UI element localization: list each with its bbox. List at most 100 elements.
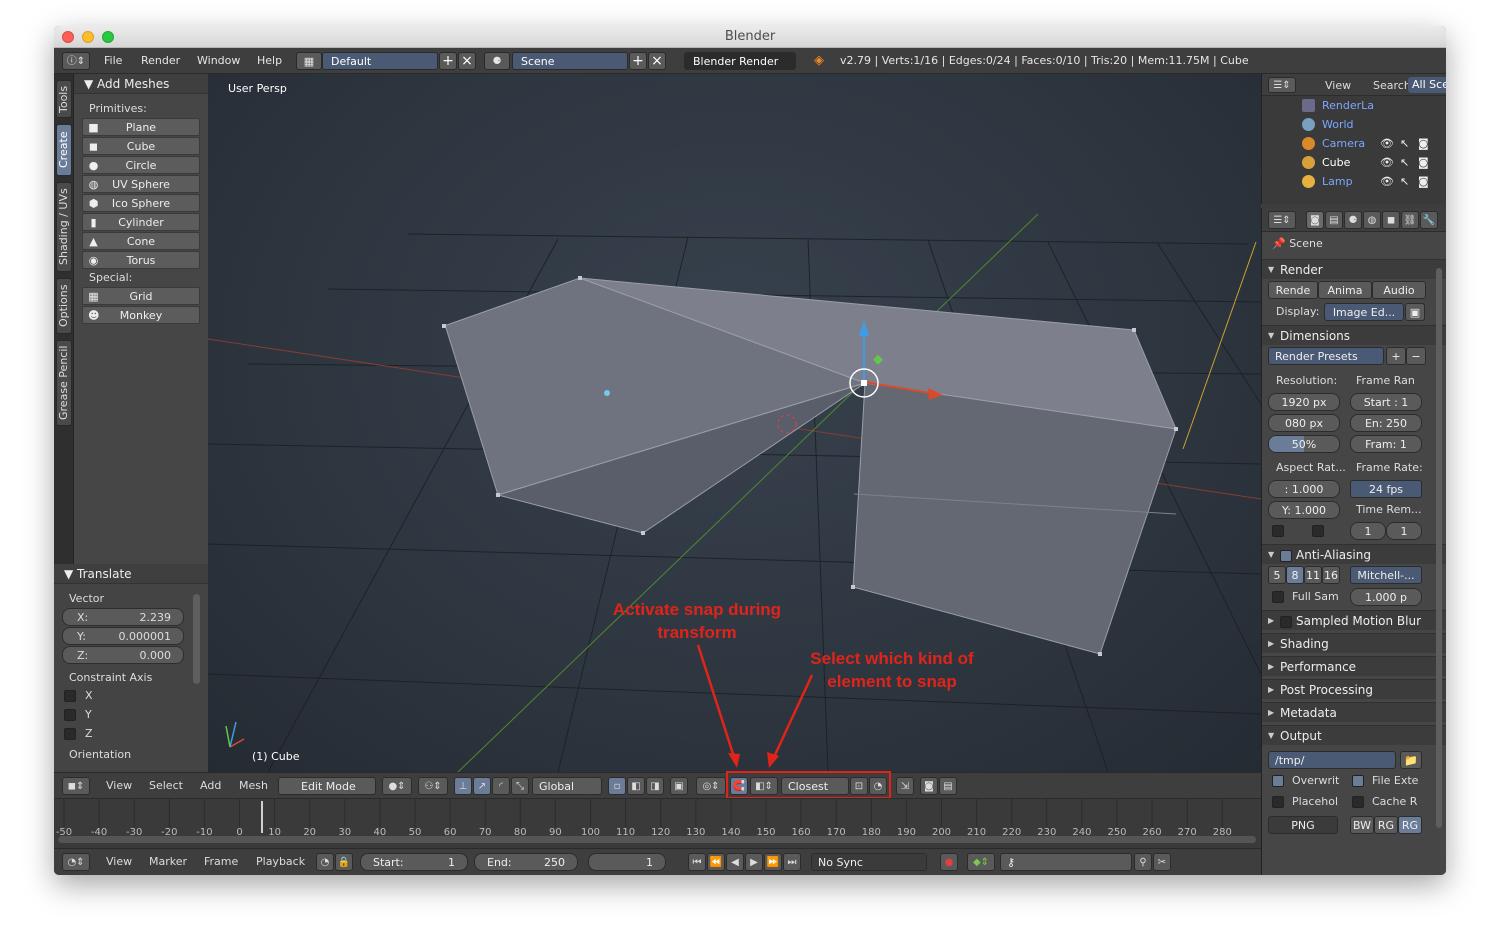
aa-samples-5[interactable]: 5 xyxy=(1268,566,1286,584)
menu-render[interactable]: Render xyxy=(141,52,180,70)
add-cube-button[interactable]: ◼ Cube xyxy=(82,137,200,155)
color-mode-rgb[interactable]: RG xyxy=(1374,816,1398,834)
insert-keyframe-icon[interactable]: ⚲ xyxy=(1134,853,1152,871)
world-context-icon[interactable]: ◍ xyxy=(1363,211,1381,229)
add-scene-button[interactable]: + xyxy=(629,52,647,70)
close-window-button[interactable] xyxy=(62,31,74,43)
visibility-eye-icon[interactable]: 👁 xyxy=(1380,134,1394,153)
constraint-x-checkbox[interactable]: X xyxy=(54,686,208,705)
jump-keyframe-back-icon[interactable]: ⏪ xyxy=(707,853,725,871)
menu-mesh[interactable]: Mesh xyxy=(239,777,268,795)
select-cursor-icon[interactable]: ↖ xyxy=(1400,134,1409,153)
lock-time-icon[interactable]: 🔒 xyxy=(335,853,353,871)
aa-filter-selector[interactable]: Mitchell-... xyxy=(1350,566,1422,584)
render-presets-selector[interactable]: Render Presets xyxy=(1268,347,1384,365)
active-keying-set-field[interactable]: ⚷ xyxy=(1000,853,1132,871)
rotate-manipulator-icon[interactable]: ◜ xyxy=(492,777,510,795)
outliner-item-renderlayers[interactable]: RenderLa xyxy=(1262,96,1446,115)
timeline-menu-playback[interactable]: Playback xyxy=(256,853,305,871)
output-path-field[interactable]: /tmp/ xyxy=(1268,751,1396,769)
timeline-menu-marker[interactable]: Marker xyxy=(149,853,187,871)
browse-folder-button[interactable]: 📁 xyxy=(1400,751,1422,769)
render-engine-selector[interactable]: Blender Render xyxy=(684,52,796,70)
render-camera-icon[interactable]: ◙ xyxy=(1418,172,1429,191)
resolution-x-field[interactable]: 1920 px xyxy=(1268,393,1340,411)
add-monkey-button[interactable]: ☻ Monkey xyxy=(82,306,200,324)
translate-manipulator-icon[interactable]: ↗ xyxy=(473,777,491,795)
add-circle-button[interactable]: ● Circle xyxy=(82,156,200,174)
display-selector[interactable]: Image Ed... xyxy=(1324,303,1404,321)
add-layout-button[interactable]: + xyxy=(439,52,457,70)
timeline-area[interactable]: -50 -40 -30 -20 -10 0 10 20 30 40 50 60 70 80 90 100 110… xyxy=(54,798,1261,848)
jump-start-icon[interactable]: ⏮ xyxy=(688,853,706,871)
visibility-eye-icon[interactable]: 👁 xyxy=(1380,172,1394,191)
placeholders-checkbox[interactable] xyxy=(1272,796,1284,808)
frame-start-field[interactable]: Start : 1 xyxy=(1350,393,1422,411)
occlude-geometry-icon[interactable]: ▣ xyxy=(670,777,688,795)
add-plane-button[interactable]: ■ Plane xyxy=(82,118,200,136)
tab-tools[interactable]: Tools xyxy=(56,80,72,118)
pin-icon[interactable]: 📌 xyxy=(1272,237,1286,250)
menu-add[interactable]: Add xyxy=(200,777,221,795)
remove-preset-button[interactable]: − xyxy=(1406,347,1426,365)
vertex-select-icon[interactable]: ▫ xyxy=(608,777,626,795)
sync-mode-selector[interactable]: No Sync xyxy=(811,853,927,871)
modifiers-context-icon[interactable]: 🔧 xyxy=(1420,211,1438,229)
color-mode-bw[interactable]: BW xyxy=(1350,816,1374,834)
vector-x-field[interactable]: X: 2.239 xyxy=(62,608,184,626)
cache-result-checkbox[interactable] xyxy=(1352,796,1364,808)
opengl-render-icon[interactable]: ⇲ xyxy=(896,777,914,795)
post-processing-section-header[interactable]: Post Processing xyxy=(1262,679,1446,700)
crop-checkbox[interactable] xyxy=(1312,525,1324,537)
tab-grease-pencil[interactable]: Grease Pencil xyxy=(56,340,72,426)
vector-y-field[interactable]: Y: 0.000001 xyxy=(62,627,184,645)
render-audio-button[interactable]: Audio xyxy=(1372,281,1426,299)
render-animation-icon[interactable]: ▤ xyxy=(939,777,957,795)
render-image-button[interactable]: Rende xyxy=(1268,281,1318,299)
overwrite-checkbox[interactable] xyxy=(1272,775,1284,787)
motion-blur-checkbox[interactable] xyxy=(1280,615,1292,628)
add-uv-sphere-button[interactable]: ◍ UV Sphere xyxy=(82,175,200,193)
constraint-z-checkbox[interactable]: Z xyxy=(54,724,208,743)
menu-file[interactable]: File xyxy=(104,52,122,70)
select-cursor-icon[interactable]: ↖ xyxy=(1400,153,1409,172)
remove-layout-button[interactable]: × xyxy=(458,52,476,70)
scale-manipulator-icon[interactable]: ⤡ xyxy=(511,777,529,795)
manipulator-toggle-icon[interactable]: ⊥ xyxy=(454,777,472,795)
frame-rate-selector[interactable]: 24 fps xyxy=(1350,480,1422,498)
start-frame-field[interactable]: Start: 1 xyxy=(360,853,468,871)
current-frame-field[interactable]: 1 xyxy=(588,853,666,871)
constraints-context-icon[interactable]: ⛓ xyxy=(1401,211,1419,229)
layout-selector[interactable]: Default xyxy=(322,52,438,70)
panel-scrollbar[interactable] xyxy=(193,594,200,684)
object-context-icon[interactable]: ◼ xyxy=(1382,211,1400,229)
menu-window[interactable]: Window xyxy=(197,52,240,70)
auto-keying-record-icon[interactable]: ● xyxy=(940,853,958,871)
aspect-y-field[interactable]: Y: 1.000 xyxy=(1268,501,1340,519)
mode-selector[interactable]: Edit Mode xyxy=(278,777,376,795)
tab-options[interactable]: Options xyxy=(56,278,72,334)
3d-editor-icon[interactable]: ◼⇕ xyxy=(62,777,90,795)
pivot-point-icon[interactable]: ⚇⇕ xyxy=(418,777,448,795)
performance-section-header[interactable]: Performance xyxy=(1262,656,1446,677)
end-frame-field[interactable]: End: 250 xyxy=(474,853,578,871)
add-cone-button[interactable]: ▲ Cone xyxy=(82,232,200,250)
keying-set-icon[interactable]: ◆⇕ xyxy=(967,853,995,871)
outliner-search-menu[interactable]: Search xyxy=(1373,77,1411,95)
outliner-item-cube[interactable]: Cube 👁 ↖ ◙ xyxy=(1262,153,1446,172)
zoom-window-button[interactable] xyxy=(102,31,114,43)
color-mode-rgba[interactable]: RG xyxy=(1398,816,1422,834)
border-checkbox[interactable] xyxy=(1272,525,1284,537)
frame-end-field[interactable]: En: 250 xyxy=(1350,414,1422,432)
file-format-selector[interactable]: PNG xyxy=(1268,816,1338,834)
add-ico-sphere-button[interactable]: ⬢ Ico Sphere xyxy=(82,194,200,212)
select-cursor-icon[interactable]: ↖ xyxy=(1400,172,1409,191)
tab-create[interactable]: Create xyxy=(56,124,72,176)
jump-keyframe-forward-icon[interactable]: ⏩ xyxy=(764,853,782,871)
menu-help[interactable]: Help xyxy=(257,52,282,70)
full-sample-checkbox[interactable] xyxy=(1272,591,1284,603)
resolution-y-field[interactable]: 080 px xyxy=(1268,414,1340,432)
time-remap-new-field[interactable]: 1 xyxy=(1386,522,1422,540)
layers-context-icon[interactable]: ▤ xyxy=(1325,211,1343,229)
time-remap-old-field[interactable]: 1 xyxy=(1350,522,1386,540)
